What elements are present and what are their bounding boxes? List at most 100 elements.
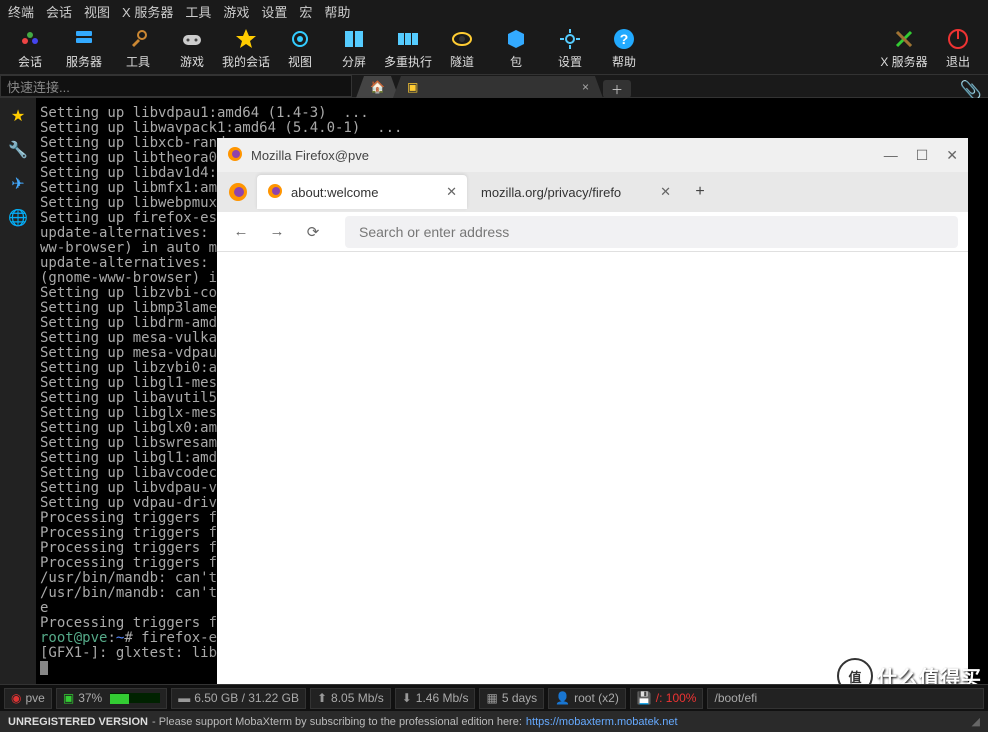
minimize-button[interactable]: — — [884, 147, 898, 164]
menu-宏[interactable]: 宏 — [299, 2, 312, 21]
terminal-cursor — [40, 661, 48, 675]
firefox-window: Mozilla Firefox@pve — ☐ ✕ about:welcome … — [217, 138, 968, 684]
send-icon[interactable]: ✈ — [6, 172, 30, 196]
settings-icon — [558, 27, 582, 51]
tool-icon[interactable]: 🔧 — [6, 138, 30, 162]
terminal-line: Setting up libvdpau1:amd64 (1.4-3) ... — [40, 106, 984, 121]
status-bar: ◉pve ▣37% ▬6.50 GB / 31.22 GB ⬆8.05 Mb/s… — [0, 684, 988, 711]
toolbar-label: 帮助 — [612, 53, 636, 70]
unregistered-label: UNREGISTERED VERSION — [8, 716, 148, 728]
firefox-icon — [227, 146, 243, 165]
session-tab-home[interactable]: 🏠 — [356, 76, 399, 98]
close-icon[interactable]: × — [582, 80, 589, 94]
close-button[interactable]: ✕ — [946, 147, 958, 164]
toolbar-games-button[interactable]: 游戏 — [168, 27, 216, 70]
toolbar-star-button[interactable]: 我的会话 — [222, 27, 270, 70]
toolbar-multi-button[interactable]: 多重执行 — [384, 27, 432, 70]
firefox-titlebar[interactable]: Mozilla Firefox@pve — ☐ ✕ — [217, 138, 968, 172]
toolbar-tools-button[interactable]: 工具 — [114, 27, 162, 70]
toolbar-package-button[interactable]: 包 — [492, 27, 540, 70]
cpu-icon: ▣ — [63, 691, 74, 705]
server-icon — [72, 27, 96, 51]
menu-设置[interactable]: 设置 — [261, 2, 287, 21]
xserver-icon — [892, 27, 916, 51]
toolbar-tunnel-button[interactable]: 隧道 — [438, 27, 486, 70]
star-icon[interactable]: ★ — [6, 104, 30, 128]
menu-X 服务器[interactable]: X 服务器 — [122, 2, 173, 21]
firefox-tabstrip: about:welcome ✕ mozilla.org/privacy/fire… — [217, 172, 968, 212]
new-tab-button[interactable]: ＋ — [603, 80, 631, 98]
firefox-navbar: ← → ⟳ Search or enter address — [217, 212, 968, 252]
download-icon: ⬇ — [402, 691, 412, 705]
footer-msg: - Please support MobaXterm by subscribin… — [152, 716, 522, 728]
menu-帮助[interactable]: 帮助 — [324, 2, 350, 21]
session-tab-shell[interactable]: ▣× — [393, 76, 603, 98]
quick-connect-input[interactable]: 快速连接... — [0, 75, 352, 97]
toolbar-split-button[interactable]: 分屏 — [330, 27, 378, 70]
main-toolbar: 会话服务器工具游戏我的会话 视图 分屏 多重执行 隧道 包 设置? 帮助 X 服务器退出 — [0, 22, 988, 74]
globe-icon[interactable]: 🌐 — [6, 206, 30, 230]
status-mem[interactable]: ▬6.50 GB / 31.22 GB — [171, 688, 306, 709]
multi-icon — [396, 27, 420, 51]
terminal-line: Setting up libwavpack1:amd64 (5.4.0-1) .… — [40, 121, 984, 136]
forward-button[interactable]: → — [263, 218, 291, 246]
tab-label: mozilla.org/privacy/firefo — [481, 185, 621, 200]
view-icon — [288, 27, 312, 51]
resize-grip-icon[interactable]: ◢ — [972, 715, 980, 728]
firefox-tab-icon[interactable] — [223, 177, 253, 207]
toolbar-label: 设置 — [558, 53, 582, 70]
status-uptime[interactable]: ▦5 days — [479, 688, 544, 709]
footer: UNREGISTERED VERSION - Please support Mo… — [0, 711, 988, 732]
toolbar-help-button[interactable]: ? 帮助 — [600, 27, 648, 70]
status-disk[interactable]: 💾/: 100% — [630, 688, 704, 709]
close-icon[interactable]: ✕ — [660, 184, 671, 200]
toolbar-view-button[interactable]: 视图 — [276, 27, 324, 70]
url-input[interactable]: Search or enter address — [345, 216, 958, 248]
toolbar-exit-button[interactable]: 退出 — [934, 27, 982, 70]
toolbar-label: 多重执行 — [384, 53, 432, 70]
status-net-down[interactable]: ⬇1.46 Mb/s — [395, 688, 476, 709]
menu-会话[interactable]: 会话 — [46, 2, 72, 21]
status-paths[interactable]: /boot/efi — [707, 688, 984, 709]
menu-视图[interactable]: 视图 — [84, 2, 110, 21]
maximize-button[interactable]: ☐ — [916, 147, 929, 164]
firefox-tab-welcome[interactable]: about:welcome ✕ — [257, 175, 467, 209]
session-tabs: 🏠 ▣× ＋ — [356, 74, 631, 98]
toolbar-label: 视图 — [288, 53, 312, 70]
ram-icon: ▬ — [178, 691, 190, 705]
firefox-content[interactable] — [217, 252, 968, 684]
toolbar-label: 隧道 — [450, 53, 474, 70]
upload-icon: ⬆ — [317, 691, 327, 705]
menu-工具[interactable]: 工具 — [185, 2, 211, 21]
debian-icon: ◉ — [11, 691, 21, 705]
firefox-icon — [267, 183, 283, 202]
toolbar-xserver-button[interactable]: X 服务器 — [880, 27, 928, 70]
close-icon[interactable]: ✕ — [446, 184, 457, 200]
footer-link[interactable]: https://mobaxterm.mobatek.net — [526, 716, 678, 728]
tunnel-icon — [450, 27, 474, 51]
menu-游戏[interactable]: 游戏 — [223, 2, 249, 21]
toolbar-server-button[interactable]: 服务器 — [60, 27, 108, 70]
status-host[interactable]: ◉pve — [4, 688, 52, 709]
firefox-tab-privacy[interactable]: mozilla.org/privacy/firefo ✕ — [471, 175, 681, 209]
shell-icon: ▣ — [407, 80, 418, 94]
back-button[interactable]: ← — [227, 218, 255, 246]
help-icon: ? — [612, 27, 636, 51]
firefox-new-tab-button[interactable]: + — [685, 177, 715, 207]
toolbar-session-button[interactable]: 会话 — [6, 27, 54, 70]
toolbar-label: 分屏 — [342, 53, 366, 70]
star-icon — [234, 27, 258, 51]
toolbar-label: 我的会话 — [222, 53, 270, 70]
menu-终端[interactable]: 终端 — [8, 2, 34, 21]
status-cpu[interactable]: ▣37% — [56, 688, 167, 709]
toolbar-label: 包 — [510, 53, 522, 70]
session-icon — [18, 27, 42, 51]
left-sidebar: ★ 🔧 ✈ 🌐 — [0, 98, 36, 684]
status-user[interactable]: 👤root (x2) — [548, 688, 626, 709]
split-icon — [342, 27, 366, 51]
toolbar-settings-button[interactable]: 设置 — [546, 27, 594, 70]
status-net-up[interactable]: ⬆8.05 Mb/s — [310, 688, 391, 709]
toolbar-label: X 服务器 — [880, 53, 927, 70]
window-title: Mozilla Firefox@pve — [251, 148, 369, 163]
reload-button[interactable]: ⟳ — [299, 218, 327, 246]
